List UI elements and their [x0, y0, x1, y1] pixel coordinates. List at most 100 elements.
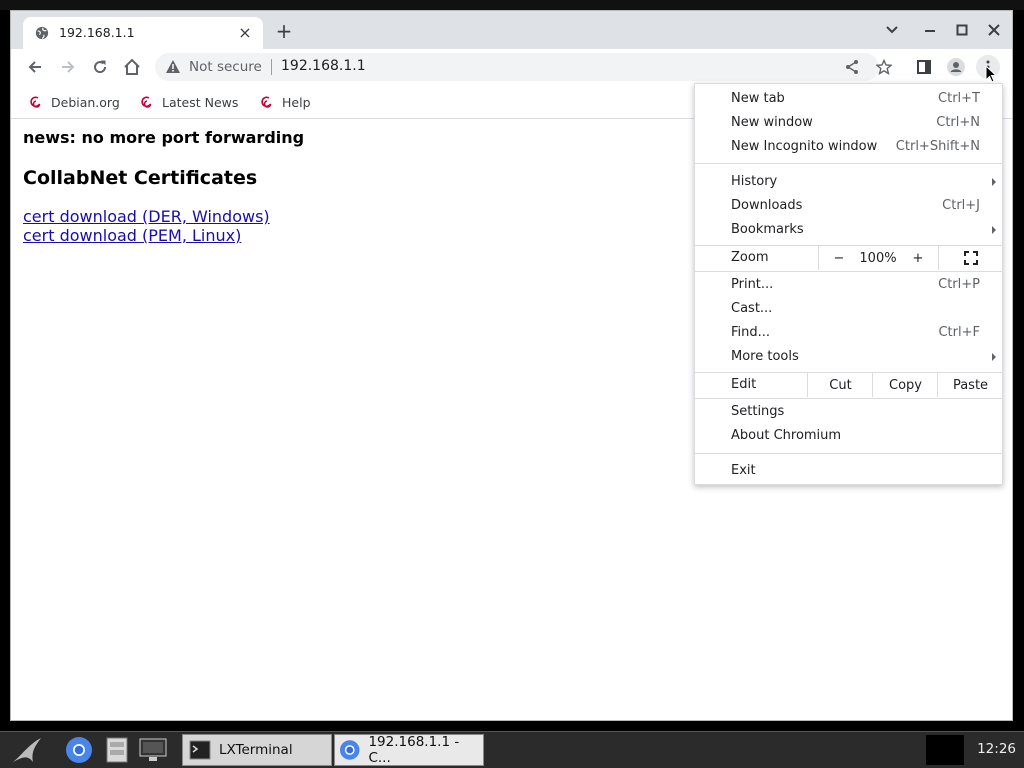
not-secure-label[interactable]: Not secure — [189, 59, 262, 75]
paste-button[interactable]: Paste — [937, 373, 1003, 397]
menu-label: Bookmarks — [731, 222, 804, 237]
bookmark-help[interactable]: Help — [260, 92, 311, 112]
tab-active[interactable]: 192.168.1.1 × — [23, 17, 263, 49]
menu-item-bookmarks[interactable]: Bookmarks — [695, 218, 1002, 242]
omnibox-separator — [271, 59, 272, 75]
menu-item-new-window[interactable]: New window Ctrl+N — [695, 111, 1002, 135]
bookmark-debian-org[interactable]: Debian.org — [29, 92, 120, 112]
debian-swirl-icon — [261, 96, 272, 108]
menu-item-history[interactable]: History — [695, 170, 1002, 194]
globe-icon — [35, 26, 49, 40]
menu-item-new-incognito-window[interactable]: New Incognito window Ctrl+Shift+N — [695, 135, 1002, 159]
clock[interactable]: 12:26 — [977, 741, 1016, 757]
menu-label: About Chromium — [731, 428, 842, 443]
menu-item-downloads[interactable]: Downloads Ctrl+J — [695, 194, 1002, 218]
task-label: 192.168.1.1 - C... — [368, 734, 460, 766]
menu-separator — [695, 163, 1002, 164]
cut-button[interactable]: Cut — [807, 373, 873, 397]
menu-item-cast[interactable]: Cast... — [695, 297, 1002, 321]
menu-label: Print... — [731, 277, 774, 292]
terminal-icon — [189, 740, 211, 760]
menu-separator — [695, 271, 1002, 272]
copy-button[interactable]: Copy — [872, 373, 938, 397]
new-tab-plus-icon[interactable]: + — [273, 20, 295, 42]
menu-label: Downloads — [731, 198, 803, 213]
menu-shortcut: Ctrl+N — [936, 115, 980, 130]
page-heading: CollabNet Certificates — [23, 167, 258, 189]
minimize-icon[interactable] — [920, 20, 940, 40]
profile-avatar-icon[interactable] — [944, 55, 968, 79]
tab-close-icon[interactable]: × — [235, 23, 255, 43]
bookmark-latest-news[interactable]: Latest News — [140, 92, 238, 112]
start-menu-icon[interactable] — [10, 735, 48, 765]
submenu-arrow-icon — [992, 226, 996, 234]
tab-strip: 192.168.1.1 × + — [11, 11, 1012, 49]
browser-window: 192.168.1.1 × + Not secure 192.168.1.1 D… — [10, 10, 1013, 721]
cert-download-pem-link[interactable]: cert download (PEM, Linux) — [23, 226, 241, 245]
menu-item-more-tools[interactable]: More tools — [695, 345, 1002, 369]
menu-label: Exit — [731, 463, 756, 478]
task-lxterminal[interactable]: LXTerminal — [182, 734, 332, 766]
menu-separator — [695, 398, 1002, 399]
tab-title: 192.168.1.1 — [59, 25, 135, 40]
toolbar: Not secure 192.168.1.1 — [11, 49, 1012, 85]
bookmark-label: Debian.org — [51, 94, 120, 110]
forward-arrow-icon[interactable] — [56, 55, 80, 79]
menu-label: New tab — [731, 91, 785, 106]
menu-label: Settings — [731, 404, 785, 419]
menu-item-edit: Edit Cut Copy Paste — [695, 373, 1002, 397]
zoom-out-button[interactable]: − — [818, 246, 859, 270]
menu-separator — [695, 453, 1002, 454]
menu-label: Cast... — [731, 301, 773, 316]
menu-shortcut: Ctrl+P — [938, 277, 980, 292]
home-icon[interactable] — [120, 55, 144, 79]
menu-shortcut: Ctrl+Shift+N — [895, 139, 980, 154]
share-icon[interactable] — [840, 55, 864, 79]
fullscreen-icon[interactable] — [938, 246, 1003, 270]
back-arrow-icon[interactable] — [23, 55, 47, 79]
task-label: LXTerminal — [219, 742, 293, 758]
menu-label: New Incognito window — [731, 139, 878, 154]
menu-item-about-chromium[interactable]: About Chromium — [695, 424, 1002, 448]
task-chromium-window[interactable]: 192.168.1.1 - C... — [334, 734, 484, 766]
monitor-icon[interactable] — [138, 735, 168, 765]
menu-item-exit[interactable]: Exit — [695, 459, 1002, 483]
menu-item-print[interactable]: Print... Ctrl+P — [695, 273, 1002, 297]
side-panel-icon[interactable] — [912, 55, 936, 79]
menu-label: More tools — [731, 349, 799, 364]
menu-item-new-tab[interactable]: New tab Ctrl+T — [695, 87, 1002, 111]
cert-download-der-link[interactable]: cert download (DER, Windows) — [23, 207, 270, 226]
bookmark-label: Latest News — [162, 94, 239, 110]
bookmark-label: Help — [282, 94, 311, 110]
menu-label: Find... — [731, 325, 771, 340]
zoom-in-button[interactable]: + — [898, 246, 938, 270]
menu-label: New window — [731, 115, 813, 130]
debian-swirl-icon — [30, 96, 41, 108]
news-text: news: no more port forwarding — [23, 128, 305, 147]
menu-label: Zoom — [731, 250, 769, 265]
warning-triangle-icon[interactable] — [165, 59, 181, 75]
reload-icon[interactable] — [88, 55, 112, 79]
url-text[interactable]: 192.168.1.1 — [281, 58, 366, 74]
submenu-arrow-icon — [992, 178, 996, 186]
mouse-cursor-icon — [985, 65, 997, 83]
menu-shortcut: Ctrl+T — [938, 91, 980, 106]
file-manager-icon[interactable] — [102, 735, 132, 765]
desktop-background — [0, 0, 1024, 10]
workspace-pager[interactable] — [926, 735, 964, 765]
menu-item-zoom: Zoom − 100% + — [695, 246, 1002, 270]
maximize-icon[interactable] — [952, 20, 972, 40]
taskbar: LXTerminal 192.168.1.1 - C... 12:26 — [0, 731, 1024, 768]
menu-shortcut: Ctrl+J — [942, 198, 980, 213]
menu-item-find[interactable]: Find... Ctrl+F — [695, 321, 1002, 345]
bookmark-star-icon[interactable] — [872, 55, 896, 79]
chromium-launcher-icon[interactable] — [64, 735, 94, 765]
chromium-icon — [339, 740, 360, 760]
close-window-icon[interactable] — [984, 20, 1004, 40]
tab-search-chevron-icon[interactable] — [882, 20, 902, 40]
menu-item-settings[interactable]: Settings — [695, 400, 1002, 424]
debian-swirl-icon — [141, 96, 152, 108]
address-bar[interactable]: Not secure 192.168.1.1 — [155, 53, 879, 81]
submenu-arrow-icon — [992, 353, 996, 361]
app-menu: New tab Ctrl+T New window Ctrl+N New Inc… — [694, 83, 1003, 485]
